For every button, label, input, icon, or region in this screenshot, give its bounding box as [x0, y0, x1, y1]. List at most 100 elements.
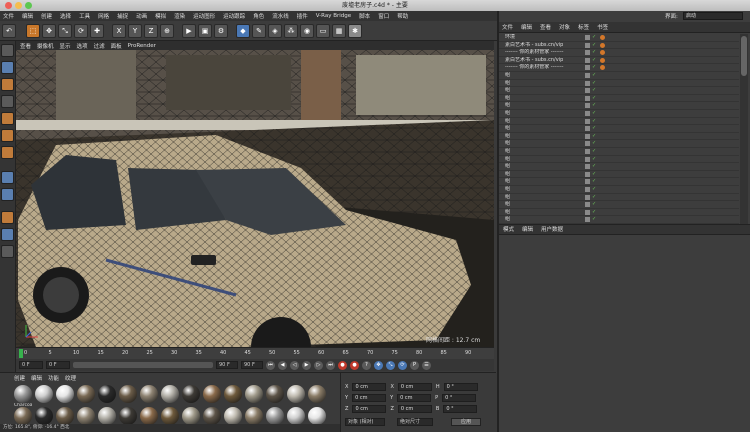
keyframe-selection-icon[interactable]: ?: [362, 360, 371, 370]
frame-range-slider[interactable]: [73, 362, 213, 368]
material-swatch[interactable]: [119, 385, 137, 403]
visibility-icon[interactable]: [585, 95, 590, 101]
render-picture-viewer-icon[interactable]: ▣: [198, 23, 212, 38]
menu-mesh[interactable]: 网格: [98, 12, 109, 20]
cube-icon[interactable]: ◆: [236, 23, 250, 38]
enabled-check-icon[interactable]: ✓: [592, 118, 596, 126]
enabled-check-icon[interactable]: ✓: [592, 140, 596, 148]
material-tag-icon[interactable]: [600, 65, 605, 71]
material-swatch[interactable]: [308, 407, 326, 425]
attr-menu-userdata[interactable]: 用户数据: [541, 225, 563, 233]
material-swatch[interactable]: [224, 385, 242, 403]
object-row[interactable]: ------- 你的素材管家 ------- ✓: [499, 49, 739, 57]
visibility-icon[interactable]: [585, 73, 590, 78]
menu-mograph[interactable]: 运动图形: [193, 12, 215, 20]
object-row[interactable]: 组✓: [499, 110, 739, 118]
material-swatch[interactable]: [245, 407, 263, 425]
visibility-icon[interactable]: [585, 133, 590, 139]
rot-key-icon[interactable]: ⟳: [398, 360, 407, 370]
object-row[interactable]: 组✓: [499, 140, 739, 148]
menu-edit[interactable]: 编辑: [22, 12, 33, 20]
visibility-icon[interactable]: [585, 179, 590, 185]
material-swatch[interactable]: [14, 385, 32, 403]
visibility-icon[interactable]: [585, 187, 590, 192]
texture-mode-icon[interactable]: [1, 78, 14, 91]
visibility-icon[interactable]: [585, 217, 590, 223]
viewport-menu-display[interactable]: 显示: [60, 42, 71, 50]
object-row[interactable]: 素白艺术书 - subs.cn/vip ✓: [499, 42, 739, 50]
material-swatch[interactable]: [98, 385, 116, 403]
enabled-check-icon[interactable]: ✓: [592, 216, 596, 224]
attr-menu-edit[interactable]: 编辑: [522, 225, 533, 233]
workplane-icon[interactable]: [1, 95, 14, 108]
menu-create[interactable]: 创建: [41, 12, 52, 20]
visibility-icon[interactable]: [585, 42, 590, 48]
menu-select[interactable]: 选择: [60, 12, 71, 20]
menu-vray-bridge[interactable]: V-Ray Bridge: [316, 13, 351, 19]
enabled-check-icon[interactable]: ✓: [592, 171, 596, 179]
current-frame-field[interactable]: 0 F: [46, 361, 70, 369]
pos-key-icon[interactable]: ✥: [374, 360, 383, 370]
goto-start-icon[interactable]: ⏮: [266, 360, 275, 370]
menu-snap[interactable]: 捕捉: [117, 12, 128, 20]
polygons-mode-icon[interactable]: [1, 146, 14, 159]
menu-character[interactable]: 角色: [253, 12, 264, 20]
object-row[interactable]: 组✓: [499, 125, 739, 133]
visibility-icon[interactable]: [585, 103, 590, 109]
move-tool-icon[interactable]: ✥: [42, 23, 56, 38]
om-menu-view[interactable]: 查看: [540, 23, 551, 31]
menu-motion-tracking[interactable]: 运动跟踪: [223, 12, 245, 20]
enabled-check-icon[interactable]: ✓: [592, 110, 596, 118]
coord-value-field[interactable]: 0 cm: [397, 383, 432, 391]
viewport-menu-view[interactable]: 查看: [20, 42, 31, 50]
enabled-check-icon[interactable]: ✓: [592, 194, 596, 202]
material-tag-icon[interactable]: [600, 50, 605, 56]
viewport-menu-panel[interactable]: 面板: [111, 42, 122, 50]
tweak-mode-icon[interactable]: [1, 188, 14, 201]
menu-script[interactable]: 脚本: [359, 12, 370, 20]
enabled-check-icon[interactable]: ✓: [592, 125, 596, 133]
coord-value-field[interactable]: 0 °: [443, 383, 478, 391]
enabled-check-icon[interactable]: ✓: [592, 49, 596, 57]
enabled-check-icon[interactable]: ✓: [592, 72, 596, 80]
material-swatch[interactable]: [77, 385, 95, 403]
object-row[interactable]: 组✓: [499, 156, 739, 164]
object-row[interactable]: 组✓: [499, 178, 739, 186]
material-swatch[interactable]: [224, 407, 242, 425]
make-editable-icon[interactable]: [1, 44, 14, 57]
om-menu-object[interactable]: 对象: [559, 23, 570, 31]
visibility-icon[interactable]: [585, 118, 590, 124]
material-swatch[interactable]: [35, 407, 53, 425]
visibility-icon[interactable]: [585, 88, 590, 94]
param-key-icon[interactable]: P: [410, 360, 419, 370]
enabled-check-icon[interactable]: ✓: [592, 64, 596, 72]
3d-viewport[interactable]: 网格间距 : 12.7 cm: [16, 50, 494, 347]
enabled-check-icon[interactable]: ✓: [592, 186, 596, 194]
viewport-menu-camera[interactable]: 摄像机: [37, 42, 54, 50]
subdivision-icon[interactable]: ◈: [268, 23, 282, 38]
material-swatch[interactable]: [56, 385, 74, 403]
enabled-check-icon[interactable]: ✓: [592, 95, 596, 103]
material-swatch[interactable]: [287, 385, 305, 403]
x-axis-button[interactable]: X: [112, 23, 126, 38]
viewport-menu-prorender[interactable]: ProRender: [128, 43, 156, 49]
visibility-icon[interactable]: [585, 202, 590, 208]
object-row[interactable]: 组✓: [499, 171, 739, 179]
material-swatch[interactable]: [182, 407, 200, 425]
coord-mode-select[interactable]: 对象 (相对): [345, 418, 385, 426]
timeline-menu-icon[interactable]: ☰: [422, 360, 431, 370]
object-row[interactable]: 组✓: [499, 201, 739, 209]
material-swatch[interactable]: [182, 385, 200, 403]
coord-value-field[interactable]: 0 °: [443, 405, 478, 413]
object-row[interactable]: 组✓: [499, 133, 739, 141]
goto-end-icon[interactable]: ⏭: [326, 360, 335, 370]
material-swatch[interactable]: [77, 407, 95, 425]
lock-workplane-icon[interactable]: [1, 245, 14, 258]
menu-render[interactable]: 渲染: [174, 12, 185, 20]
scale-key-icon[interactable]: ⤡: [386, 360, 395, 370]
material-tag-icon[interactable]: [600, 42, 605, 48]
zoom-window-button[interactable]: [25, 2, 32, 9]
visibility-icon[interactable]: [585, 57, 590, 63]
material-swatch[interactable]: [98, 407, 116, 425]
enabled-check-icon[interactable]: ✓: [592, 148, 596, 156]
